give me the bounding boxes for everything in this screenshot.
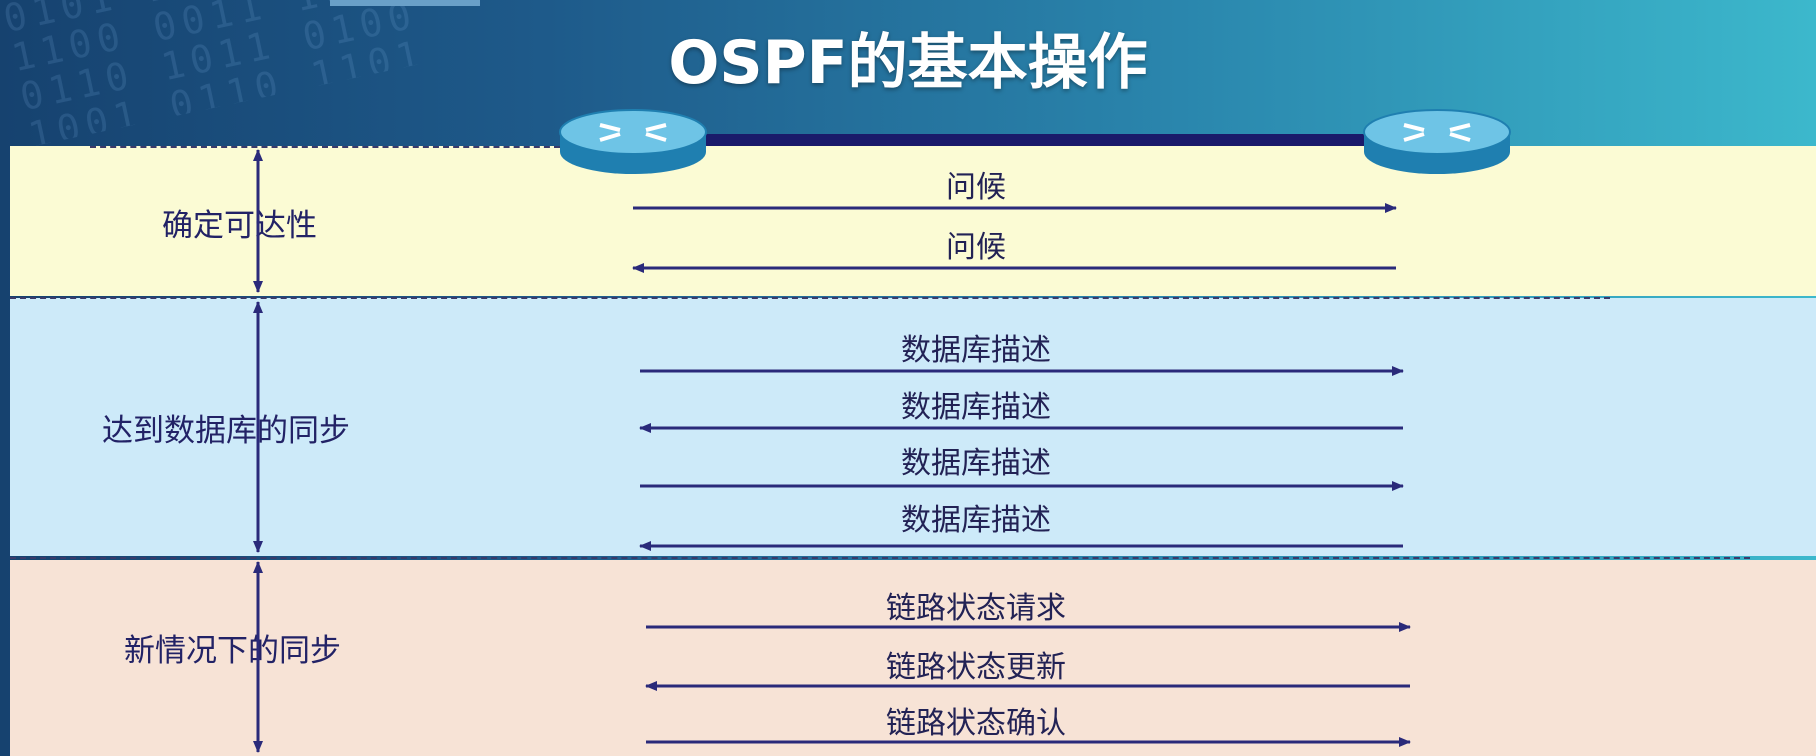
router-icon xyxy=(559,109,707,174)
router-icon xyxy=(1363,109,1511,174)
diagram-overlay xyxy=(253,109,1511,753)
router-link xyxy=(700,134,1370,146)
